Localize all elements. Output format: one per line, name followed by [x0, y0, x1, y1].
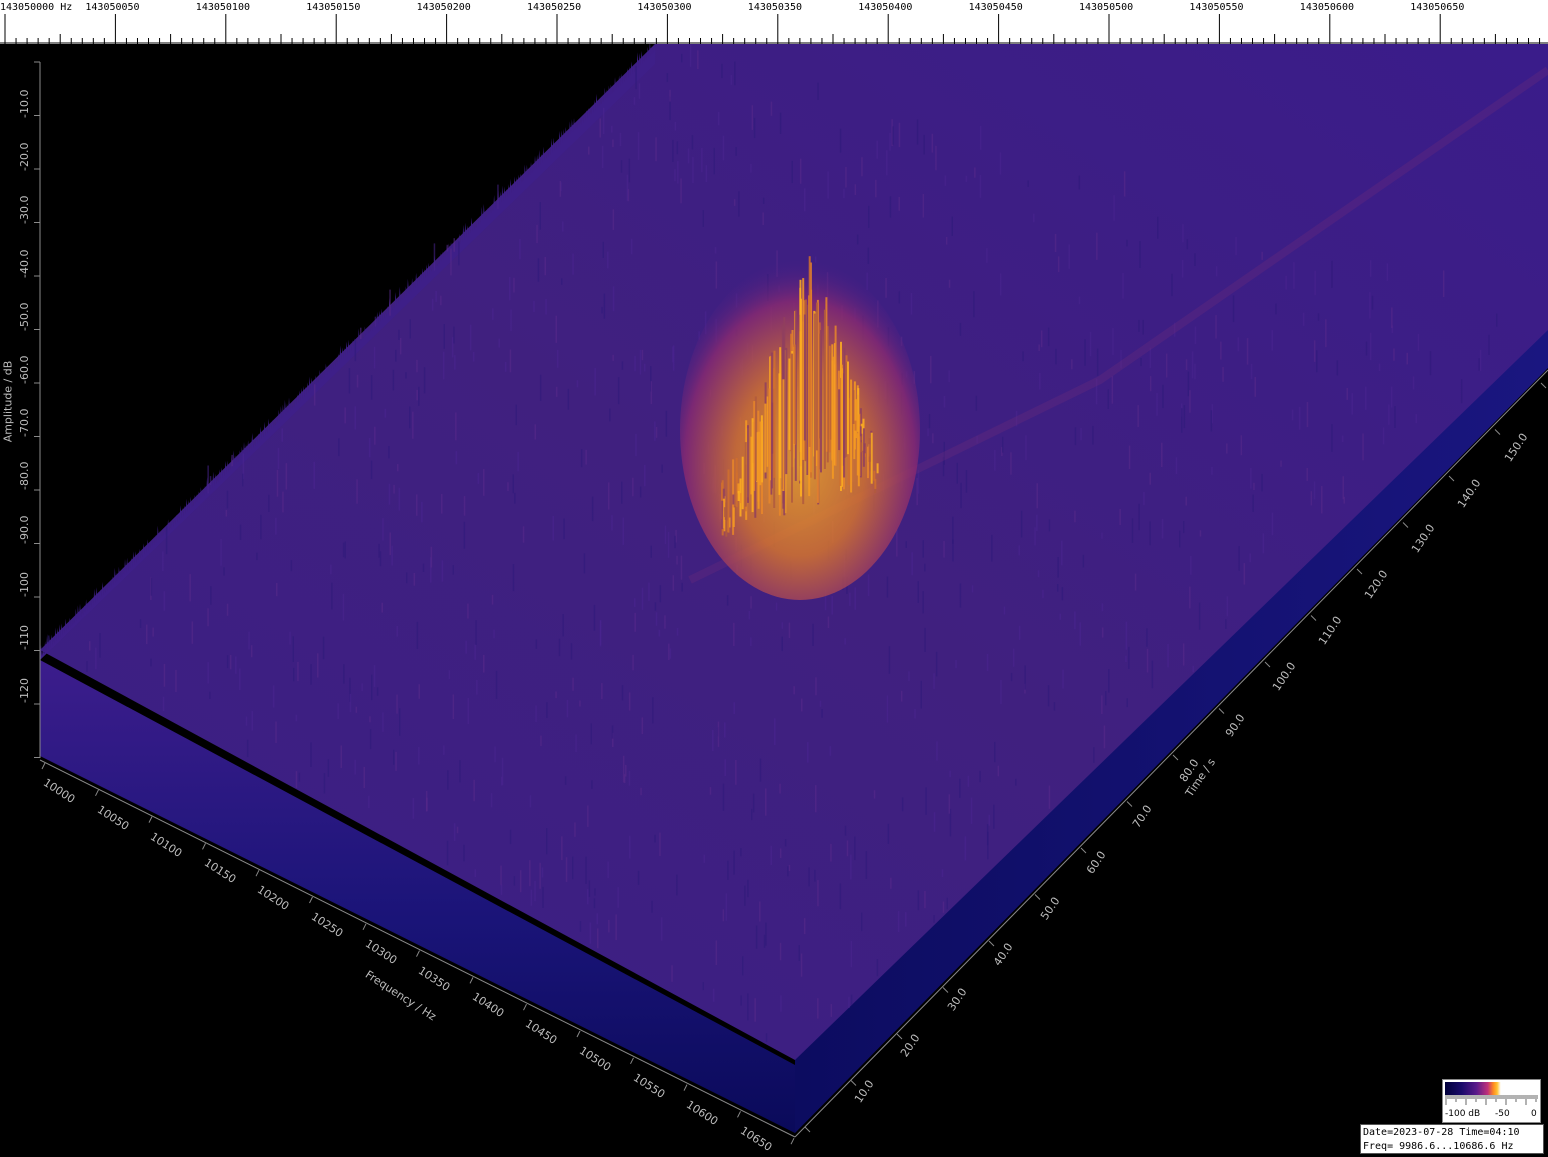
- amplitude-tick-label: -90.0: [18, 515, 31, 544]
- info-frequency-range: Freq= 9986.6...10686.6 Hz: [1363, 1141, 1514, 1152]
- amplitude-tick-label: -120: [18, 678, 31, 704]
- amplitude-axis-title: Amplitude / dB: [1, 360, 15, 443]
- ruler-label: 143050600: [1299, 2, 1354, 13]
- amplitude-tick-label: -110: [18, 625, 31, 650]
- amplitude-tick-label: -70.0: [18, 408, 31, 438]
- ruler-label: 143050500: [1079, 2, 1134, 13]
- frequency-ruler: 143050000 Hz 143050050 143050100 143050150 1…: [0, 0, 1548, 44]
- ruler-label: 143050200: [416, 2, 471, 13]
- amplitude-tick-label: -60.0: [18, 355, 31, 384]
- amplitude-tick-label: -40.0: [18, 249, 31, 278]
- ruler-label: 143050250: [527, 2, 582, 13]
- amplitude-tick-label: -20.0: [18, 142, 31, 172]
- legend-label-min: -100 dB: [1445, 1109, 1481, 1119]
- amplitude-tick-label: -100: [18, 571, 31, 597]
- ruler-label: 143050300: [637, 2, 692, 13]
- color-scale-bar: [1445, 1082, 1538, 1095]
- amplitude-tick-label: -10.0: [18, 89, 31, 118]
- waterfall-3d-plot: [34, 44, 1548, 1145]
- ruler-label: 143050100: [195, 2, 250, 13]
- legend-label-max: 0: [1531, 1109, 1537, 1119]
- color-scale-ticks: [1445, 1095, 1538, 1105]
- amplitude-tick-label: -30.0: [18, 195, 31, 225]
- ruler-label: 143050400: [858, 2, 913, 13]
- ruler-label: 143050550: [1189, 2, 1244, 13]
- amplitude-tick-label: -50.0: [18, 302, 31, 331]
- info-date-time: Date=2023-07-28 Time=04:10: [1363, 1127, 1520, 1138]
- legend-label-mid: -50: [1495, 1109, 1510, 1119]
- ruler-label: 143050050: [85, 2, 140, 13]
- ruler-label: 143050000 Hz: [0, 2, 73, 13]
- amplitude-tick-label: -80.0: [18, 461, 31, 491]
- ruler-label: 143050650: [1410, 2, 1465, 13]
- ruler-label: 143050450: [968, 2, 1023, 13]
- ruler-label: 143050350: [747, 2, 802, 13]
- color-scale-legend: -100 dB -50 0: [1442, 1079, 1541, 1123]
- info-box: Date=2023-07-28 Time=04:10 Freq= 9986.6.…: [1360, 1124, 1544, 1154]
- ruler-label: 143050150: [306, 2, 361, 13]
